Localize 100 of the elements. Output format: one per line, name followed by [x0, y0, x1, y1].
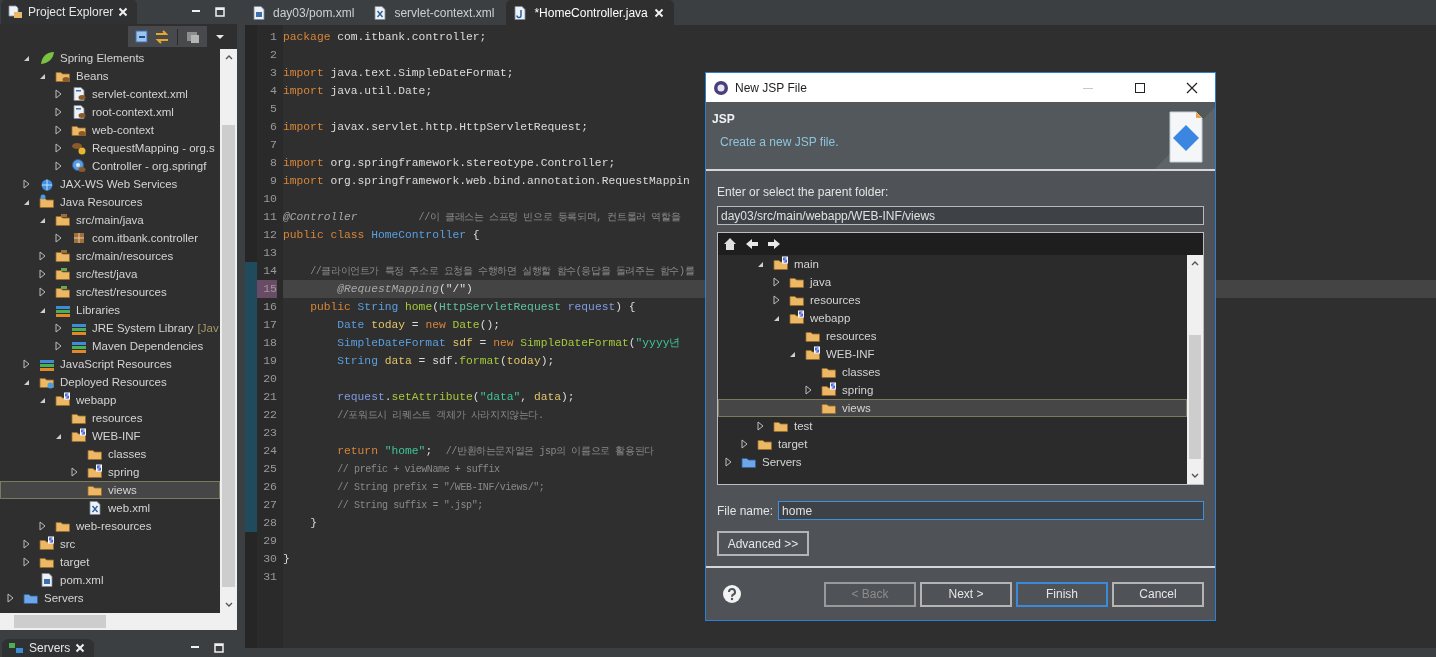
vertical-scrollbar[interactable] — [1187, 255, 1203, 484]
explorer-icon — [7, 3, 23, 20]
tree-item[interactable]: web.xml — [0, 499, 220, 517]
tree-item[interactable]: web-resources — [0, 517, 220, 535]
forward-arrow-icon[interactable] — [766, 236, 782, 252]
collapse-all-icon[interactable] — [134, 28, 150, 45]
tree-item[interactable]: spring — [718, 381, 1187, 399]
help-icon[interactable] — [722, 584, 742, 604]
tree-item[interactable]: Servers — [718, 453, 1187, 471]
line-number: 16 — [262, 299, 277, 315]
folder-icon — [87, 464, 103, 480]
tree-item[interactable]: com.itbank.controller — [0, 229, 220, 247]
tree-item[interactable]: src/main/resources — [0, 247, 220, 265]
code-line: import org.springframework.stereotype.Controller; — [283, 156, 616, 171]
code-line: return "home"; //반환하는문자열은 jsp의 이름으로 활용된다 — [336, 444, 654, 459]
tree-item[interactable]: main — [718, 255, 1187, 273]
tree-item[interactable]: WEB-INF — [0, 427, 220, 445]
dialog-button[interactable]: Next > — [920, 581, 1012, 607]
home-icon[interactable] — [722, 236, 738, 252]
tree-item[interactable]: servlet-context.xml — [0, 85, 220, 103]
tree-item[interactable]: Java Resources — [0, 193, 220, 211]
line-number: 28 — [262, 515, 277, 531]
tree-item[interactable]: spring — [0, 463, 220, 481]
file-icon — [87, 500, 103, 516]
file-icon — [512, 4, 529, 21]
tree-item[interactable]: webapp — [718, 309, 1187, 327]
maximize-icon[interactable] — [1134, 81, 1146, 94]
tree-item[interactable]: Maven Dependencies — [0, 337, 220, 355]
folder-icon — [39, 194, 55, 210]
file-name-field[interactable]: home — [778, 501, 1204, 520]
line-number: 9 — [269, 173, 277, 189]
editor-tab[interactable]: day03/pom.xml — [245, 0, 365, 25]
app-icon — [713, 79, 729, 96]
tree-item[interactable]: JavaScript Resources — [0, 355, 220, 373]
code-line: SimpleDateFormat sdf = new SimpleDateFormat("yyyy년 — [336, 336, 681, 351]
tree-item[interactable]: JRE System Library [Jav — [0, 319, 220, 337]
bean-icon — [71, 140, 87, 156]
folder-icon — [55, 284, 71, 300]
line-number: 31 — [262, 569, 277, 585]
editor-tab[interactable]: *HomeController.java — [506, 0, 674, 25]
tree-item[interactable]: target — [0, 553, 220, 571]
code-line: package com.itbank.controller; — [283, 30, 487, 45]
tree-item[interactable]: test — [718, 417, 1187, 435]
tree-item[interactable]: classes — [718, 363, 1187, 381]
dialog-title: New JSP File — [735, 80, 808, 95]
parent-folder-field[interactable]: day03/src/main/webapp/WEB-INF/views — [717, 206, 1204, 225]
code-line: // prefic + viewName + suffix — [336, 463, 500, 477]
back-arrow-icon[interactable] — [744, 236, 760, 252]
close-icon[interactable] — [1186, 81, 1198, 94]
tree-item[interactable]: resources — [718, 327, 1187, 345]
tree-item[interactable]: Deployed Resources — [0, 373, 220, 391]
tree-item[interactable]: JAX-WS Web Services — [0, 175, 220, 193]
code-line: } — [309, 516, 317, 531]
line-number: 27 — [262, 497, 277, 513]
horizontal-scrollbar[interactable] — [0, 613, 237, 630]
view-tab[interactable]: Servers — [2, 639, 95, 657]
tree-item[interactable]: web-context — [0, 121, 220, 139]
leaf-icon — [39, 50, 55, 66]
tree-item[interactable]: views — [0, 481, 220, 499]
tree-item[interactable]: Beans — [0, 67, 220, 85]
line-number: 2 — [269, 47, 277, 63]
tree-item[interactable]: Libraries — [0, 301, 220, 319]
folder-icon — [821, 382, 837, 398]
tab-label: day03/pom.xml — [273, 5, 355, 20]
tree-item[interactable]: views — [718, 399, 1187, 417]
file-icon — [251, 4, 267, 21]
tree-item[interactable]: resources — [718, 291, 1187, 309]
advanced-button[interactable]: Advanced >> — [717, 531, 809, 556]
tree-item[interactable]: WEB-INF — [718, 345, 1187, 363]
line-number: 14 — [262, 263, 277, 279]
dialog-button[interactable]: Cancel — [1112, 581, 1204, 607]
code-line: //클라이언트가 특정 주소로 요청을 수행하면 실행할 함수(응답을 돌려주는 함수)를 — [309, 265, 695, 279]
dialog-button[interactable]: Finish — [1016, 581, 1108, 607]
tree-item[interactable]: webapp — [0, 391, 220, 409]
line-number: 24 — [262, 443, 277, 459]
vertical-scrollbar[interactable] — [220, 49, 237, 613]
tree-item[interactable]: RequestMapping - org.s — [0, 139, 220, 157]
tree-item[interactable]: pom.xml — [0, 571, 220, 589]
tree-item[interactable]: src/main/java — [0, 211, 220, 229]
tree-item[interactable]: src — [0, 535, 220, 553]
line-number: 30 — [262, 551, 277, 567]
tree-item[interactable]: Controller - org.springf — [0, 157, 220, 175]
line-number: 12 — [262, 227, 277, 243]
folder-icon — [789, 310, 805, 326]
tree-item[interactable]: classes — [0, 445, 220, 463]
link-arrows-icon[interactable] — [154, 28, 170, 45]
tree-item[interactable]: src/test/resources — [0, 283, 220, 301]
tree-item[interactable]: java — [718, 273, 1187, 291]
field-label: Enter or select the parent folder: — [717, 185, 890, 199]
tree-item[interactable]: Spring Elements — [0, 49, 220, 67]
view-tab[interactable]: Project Explorer — [1, 0, 138, 24]
tree-item[interactable]: resources — [0, 409, 220, 427]
tree-item[interactable]: src/test/java — [0, 265, 220, 283]
line-number: 1 — [269, 29, 277, 45]
tree-item[interactable]: root-context.xml — [0, 103, 220, 121]
tree-item[interactable]: target — [718, 435, 1187, 453]
tree-item[interactable]: Servers — [0, 589, 220, 607]
line-number: 4 — [269, 83, 277, 99]
folder-icon — [71, 428, 87, 444]
editor-tab[interactable]: servlet-context.xml — [366, 0, 505, 25]
